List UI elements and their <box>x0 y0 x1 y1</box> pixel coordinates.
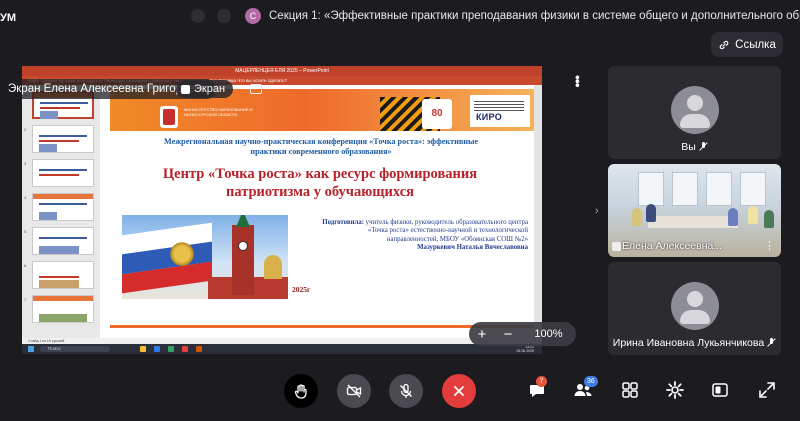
avatar <box>671 86 719 134</box>
expand-icon <box>759 382 775 398</box>
zoom-out-button[interactable]: − <box>495 326 521 343</box>
conference-window: УМ С Секция 1: «Эффективные практики пре… <box>0 0 800 421</box>
participant-name: Вы <box>681 141 696 153</box>
screen-share-icon <box>181 84 190 94</box>
prepared-by-label: Подготовила: <box>322 219 364 226</box>
zoom-in-button[interactable]: + <box>469 326 495 343</box>
slide-thumb <box>32 193 94 221</box>
windows-taskbar: Поиск 13:21 06.06.2025 <box>22 344 542 354</box>
mic-off-icon <box>699 142 708 151</box>
microphone-toggle-button[interactable] <box>389 374 423 408</box>
section-avatar: С <box>245 8 261 24</box>
presentation-slide: МИНИСТЕРСТВО ОБРАЗОВАНИЯ И НАУКИ КУРСКОЙ… <box>110 89 542 335</box>
kremlin-flag-image <box>122 215 288 299</box>
slide-thumb <box>32 261 94 289</box>
share-more-icon[interactable]: ••• <box>570 75 586 87</box>
avatar <box>671 282 719 330</box>
institute-logo: КИРО <box>470 95 530 127</box>
shared-screen[interactable]: МАЦЕРЛЕНЦЕЯ ЕЛЯ 2025 – PowerPoint Файл Г… <box>22 66 542 354</box>
ministry-text: МИНИСТЕРСТВО ОБРАЗОВАНИЯ И НАУКИ КУРСКОЙ… <box>184 107 253 117</box>
participant-tile-video[interactable]: Елена Алексеевна... ⋮ <box>608 164 781 257</box>
end-call-button[interactable] <box>442 374 476 408</box>
screen-chip[interactable]: Экран <box>176 80 234 98</box>
taskbar-clock: 13:21 06.06.2025 <box>516 345 534 353</box>
mic-off-icon <box>767 338 776 347</box>
slide-thumb <box>32 125 94 153</box>
camera-small-icon <box>250 84 262 94</box>
chrome-icon[interactable] <box>168 346 174 352</box>
author-name: Мазуркевич Наталья Вячеславовна <box>417 243 528 251</box>
ppt-window-title: МАЦЕРЛЕНЦЕЯ ЕЛЯ 2025 – PowerPoint <box>22 66 542 76</box>
raise-hand-button[interactable] <box>284 374 318 408</box>
folder-icon[interactable] <box>140 346 146 352</box>
slide-title: Центр «Точка роста» как ресурс формирова… <box>162 166 478 200</box>
ppt-scrollbar[interactable] <box>534 85 542 338</box>
taskbar-search[interactable]: Поиск <box>40 346 110 352</box>
mic-off-icon <box>400 383 412 398</box>
close-icon <box>454 386 464 396</box>
conference-title: Межрегиональная научно-практическая конф… <box>163 137 478 156</box>
layout-grid-button[interactable] <box>620 380 640 400</box>
tab-dot-2[interactable] <box>217 9 231 23</box>
coat-of-arms-icon <box>160 106 178 128</box>
hand-icon <box>294 384 307 399</box>
participants-count-badge: 36 <box>584 376 598 387</box>
windows-start-icon[interactable] <box>28 346 34 352</box>
picture-in-picture-button[interactable] <box>710 380 730 400</box>
yandex-icon[interactable] <box>182 346 188 352</box>
anniversary-badge: 80 <box>422 99 452 129</box>
top-bar: УМ С Секция 1: «Эффективные практики пре… <box>0 0 800 30</box>
chat-count-badge: 7 <box>536 376 547 387</box>
zoom-value: 100% <box>534 328 563 340</box>
settings-button[interactable] <box>665 380 685 400</box>
slide-thumbnails: 1 2 3 4 5 6 7 <box>22 85 100 338</box>
grid-icon <box>622 382 638 398</box>
chevron-right-icon[interactable]: › <box>595 205 599 217</box>
copy-link-label: Ссылка <box>735 38 776 51</box>
edge-icon[interactable] <box>154 346 160 352</box>
app-brand: УМ <box>0 12 17 24</box>
camera-toggle-button[interactable] <box>337 374 371 408</box>
zoom-control: + − 100% <box>469 322 576 346</box>
copy-link-button[interactable]: Ссылка <box>711 32 783 57</box>
camera-off-icon <box>346 384 362 398</box>
fullscreen-button[interactable] <box>757 380 777 400</box>
slide-thumb <box>32 159 94 187</box>
more-icon[interactable]: ⋮ <box>764 239 775 252</box>
participant-name: Елена Алексеевна... <box>622 240 723 252</box>
tab-dot-1[interactable] <box>191 9 205 23</box>
prepared-by: Подготовила: учитель физики, руководител… <box>318 219 528 252</box>
slide-thumb <box>32 295 94 323</box>
section-title: Секция 1: «Эффективные практики преподав… <box>269 10 800 22</box>
pip-icon <box>712 383 728 397</box>
powerpoint-icon[interactable] <box>196 346 202 352</box>
prepared-by-text: учитель физики, руководитель образовател… <box>363 219 528 243</box>
participant-tile[interactable]: Ирина Ивановна Лукьянчикова <box>608 262 781 355</box>
link-icon <box>719 40 729 49</box>
slide-year: 2025г <box>292 285 311 294</box>
slide-thumb <box>32 227 94 255</box>
participant-tile-self[interactable]: Вы <box>608 66 781 159</box>
gear-icon <box>666 381 684 399</box>
participant-name: Ирина Ивановна Лукьянчикова <box>612 337 765 349</box>
tv-icon <box>612 242 621 251</box>
